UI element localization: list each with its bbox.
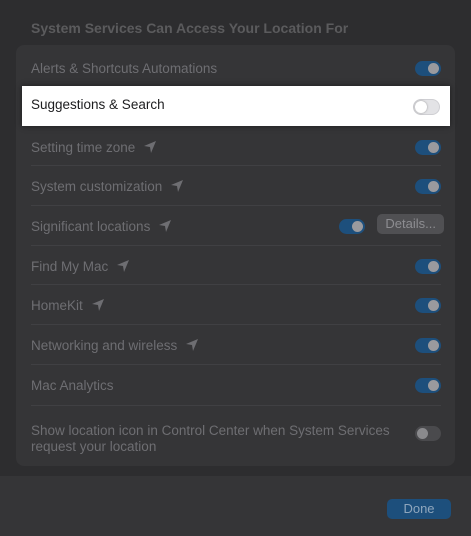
divider: [31, 324, 441, 325]
mac-analytics-toggle[interactable]: [415, 377, 441, 393]
row-label: Networking and wireless: [31, 337, 178, 353]
toggle-knob: [417, 428, 428, 439]
alerts-shortcuts-toggle[interactable]: [415, 60, 441, 76]
toggle-knob: [428, 62, 439, 74]
toggle-knob: [428, 299, 439, 311]
divider: [31, 364, 441, 365]
row-system-customization: System customization: [31, 176, 441, 196]
row-alerts-shortcuts: Alerts & Shortcuts Automations: [31, 58, 441, 78]
suggestions-search-toggle[interactable]: [413, 99, 440, 115]
show-location-icon-toggle[interactable]: [415, 426, 441, 441]
toggle-knob: [428, 339, 439, 351]
divider: [31, 245, 441, 246]
section-header: System Services Can Access Your Location…: [31, 20, 349, 36]
toggle-knob: [415, 101, 427, 113]
homekit-toggle[interactable]: [415, 297, 441, 313]
row-label: Setting time zone: [31, 139, 136, 155]
row-homekit: HomeKit: [31, 295, 441, 315]
location-services-sheet: System Services Can Access Your Location…: [0, 0, 471, 536]
toggle-knob: [428, 260, 439, 272]
divider: [31, 405, 441, 406]
toggle-knob: [352, 220, 363, 232]
location-arrow-icon: [185, 338, 199, 352]
row-label: Alerts & Shortcuts Automations: [31, 60, 218, 76]
row-label: Show location icon in Control Center whe…: [31, 423, 390, 455]
divider: [31, 284, 441, 285]
row-suggestions-search: Suggestions & Search: [22, 86, 450, 126]
details-button[interactable]: Details...: [377, 214, 444, 234]
done-button[interactable]: Done: [387, 499, 451, 519]
row-label: Significant locations: [31, 218, 151, 234]
row-mac-analytics: Mac Analytics: [31, 375, 441, 395]
row-find-my-mac: Find My Mac: [31, 256, 441, 276]
row-label: System customization: [31, 178, 163, 194]
networking-wireless-toggle[interactable]: [415, 337, 441, 353]
row-label: HomeKit: [31, 297, 83, 313]
location-arrow-icon: [143, 140, 157, 154]
location-arrow-icon: [170, 179, 184, 193]
location-arrow-icon: [116, 259, 130, 273]
significant-locations-toggle[interactable]: [339, 218, 365, 234]
location-arrow-icon: [91, 298, 105, 312]
row-networking-wireless: Networking and wireless: [31, 335, 441, 355]
row-significant-locations: Significant locations Details...: [31, 214, 444, 236]
row-label-line2: request your location: [31, 439, 157, 454]
toggle-knob: [428, 141, 439, 153]
location-arrow-icon: [158, 219, 172, 233]
toggle-knob: [428, 180, 439, 192]
divider: [31, 205, 441, 206]
row-label: Find My Mac: [31, 258, 109, 274]
row-setting-time-zone: Setting time zone: [31, 137, 441, 157]
row-label-line1: Show location icon in Control Center whe…: [31, 423, 390, 438]
row-show-location-icon: Show location icon in Control Center whe…: [31, 423, 441, 457]
row-label: Mac Analytics: [31, 377, 114, 393]
toggle-knob: [428, 379, 439, 391]
system-customization-toggle[interactable]: [415, 178, 441, 194]
find-my-mac-toggle[interactable]: [415, 258, 441, 274]
row-label: Suggestions & Search: [31, 97, 165, 112]
setting-time-zone-toggle[interactable]: [415, 139, 441, 155]
divider: [31, 165, 441, 166]
